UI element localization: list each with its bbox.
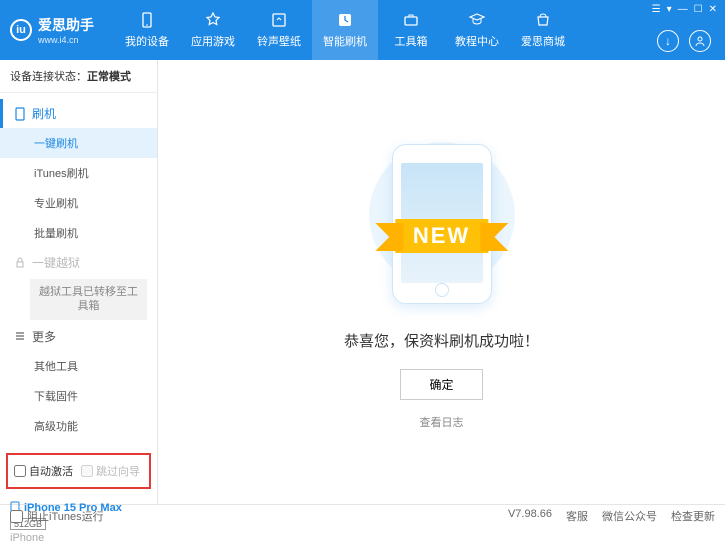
view-log-link[interactable]: 查看日志 [420, 414, 464, 430]
nav-store[interactable]: 爱思商城 [510, 0, 576, 60]
maximize-icon[interactable]: ☐ [694, 4, 703, 15]
sidebar-item-pro[interactable]: 专业刷机 [0, 188, 157, 218]
phone-icon [14, 107, 26, 121]
device-icon [138, 11, 156, 29]
menu-icon[interactable]: ☰ [652, 4, 661, 15]
ok-button[interactable]: 确定 [400, 369, 482, 400]
sidebar-item-itunes[interactable]: iTunes刷机 [0, 158, 157, 188]
checkbox-skip-guide[interactable]: 跳过向导 [81, 463, 140, 479]
nav-ringtones[interactable]: 铃声壁纸 [246, 0, 312, 60]
footer-link-wechat[interactable]: 微信公众号 [602, 508, 657, 524]
version-label: V7.98.66 [508, 508, 552, 524]
sidebar-item-download[interactable]: 下载固件 [0, 381, 157, 411]
logo-subtitle: www.i4.cn [38, 35, 94, 45]
sidebar-jailbreak-header: 一键越狱 [0, 248, 157, 277]
sidebar-item-batch[interactable]: 批量刷机 [0, 218, 157, 248]
sidebar-more-header[interactable]: 更多 [0, 322, 157, 351]
lock-icon [14, 257, 26, 269]
app-header: iu 爱思助手 www.i4.cn 我的设备 应用游戏 铃声壁纸 智能刷机 工具… [0, 0, 725, 60]
checkbox-block-itunes[interactable]: 阻止iTunes运行 [10, 508, 104, 524]
tray-icon[interactable]: ▾ [667, 4, 672, 15]
logo-title: 爱思助手 [38, 15, 94, 35]
apps-icon [204, 11, 222, 29]
success-illustration: NEW [322, 134, 562, 314]
flash-icon [336, 11, 354, 29]
sidebar-flash-header[interactable]: 刷机 [0, 99, 157, 128]
sidebar-item-oneclick[interactable]: 一键刷机 [0, 128, 157, 158]
minimize-icon[interactable]: — [678, 4, 688, 15]
sidebar-item-advanced[interactable]: 高级功能 [0, 411, 157, 441]
close-icon[interactable]: ✕ [709, 4, 717, 15]
connection-status: 设备连接状态：正常模式 [0, 60, 157, 93]
tutorial-icon [468, 11, 486, 29]
nav-my-device[interactable]: 我的设备 [114, 0, 180, 60]
ringtone-icon [270, 11, 288, 29]
logo-icon: iu [10, 19, 32, 41]
nav-tutorials[interactable]: 教程中心 [444, 0, 510, 60]
nav-flash[interactable]: 智能刷机 [312, 0, 378, 60]
download-button[interactable]: ↓ [657, 30, 679, 52]
jailbreak-note: 越狱工具已转移至工具箱 [30, 279, 147, 320]
main-content: NEW 恭喜您，保资料刷机成功啦！ 确定 查看日志 [158, 60, 725, 504]
success-message: 恭喜您，保资料刷机成功啦！ [344, 330, 539, 351]
options-highlighted: 自动激活 跳过向导 [6, 453, 151, 489]
store-icon [534, 11, 552, 29]
sidebar: 设备连接状态：正常模式 刷机 一键刷机 iTunes刷机 专业刷机 批量刷机 一… [0, 60, 158, 504]
device-type: iPhone [10, 532, 147, 544]
footer-link-update[interactable]: 检查更新 [671, 508, 715, 524]
top-nav: 我的设备 应用游戏 铃声壁纸 智能刷机 工具箱 教程中心 爱思商城 [114, 0, 576, 60]
window-controls: ☰ ▾ — ☐ ✕ [652, 4, 717, 15]
more-icon [14, 330, 26, 342]
new-ribbon: NEW [395, 219, 488, 253]
footer-link-support[interactable]: 客服 [566, 508, 588, 524]
nav-toolbox[interactable]: 工具箱 [378, 0, 444, 60]
logo: iu 爱思助手 www.i4.cn [10, 15, 94, 45]
checkbox-auto-activate[interactable]: 自动激活 [14, 463, 73, 479]
sidebar-item-other[interactable]: 其他工具 [0, 351, 157, 381]
nav-apps[interactable]: 应用游戏 [180, 0, 246, 60]
toolbox-icon [402, 11, 420, 29]
user-button[interactable] [689, 30, 711, 52]
